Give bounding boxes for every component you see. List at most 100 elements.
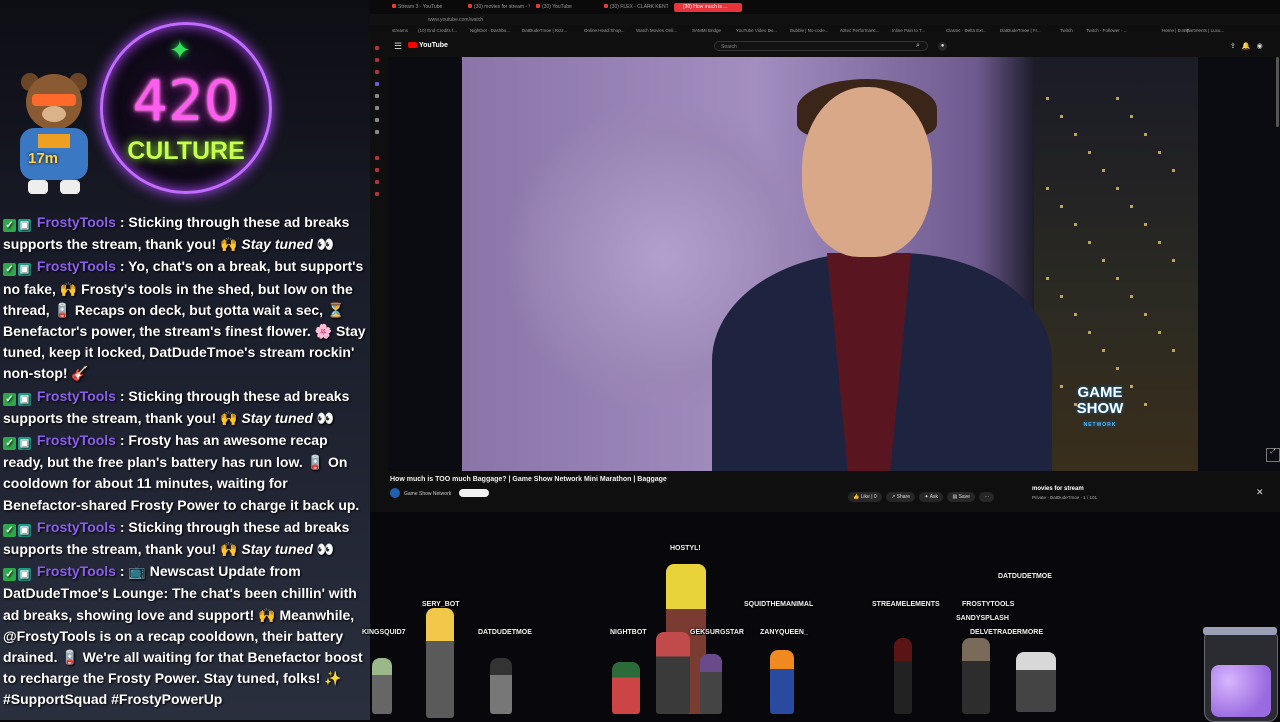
sidebar-app-icon[interactable] xyxy=(375,156,379,160)
pixel-avatar xyxy=(612,662,640,714)
bookmark-item[interactable]: Twitch - Follower - ... xyxy=(1086,28,1128,33)
browser-tab[interactable]: (30) How much is ... xyxy=(674,3,742,12)
sidebar-app-icon[interactable] xyxy=(375,118,379,122)
city-window-light xyxy=(1158,241,1161,244)
microphone-icon[interactable]: ● xyxy=(938,42,947,51)
chat-username[interactable]: FrostyTools xyxy=(37,563,116,579)
playlist-title[interactable]: movies for stream xyxy=(1032,486,1084,492)
bookmark-item[interactable]: Nightbot - Dashbo... xyxy=(470,28,510,33)
bookmark-item[interactable]: Inline Pain to T... xyxy=(892,28,925,33)
chat-tail: 👀 xyxy=(316,409,335,426)
like-button[interactable]: 👍 Like | 0 xyxy=(848,492,882,502)
browser-tab[interactable]: (30) movies for stream - Y... xyxy=(468,3,530,12)
tab-label: (30) FLEX - CLARK KENT... xyxy=(610,4,668,10)
sidebar-app-icon[interactable] xyxy=(375,94,379,98)
search-input[interactable]: Search xyxy=(714,41,928,51)
chat-message: ✓ ▣ FrostyTools : Sticking through these … xyxy=(3,386,369,429)
city-window-light xyxy=(1046,277,1049,280)
host-face xyxy=(802,87,932,257)
ask-button[interactable]: ✦ Ask xyxy=(919,492,944,502)
pixel-avatar xyxy=(770,650,794,714)
video-player[interactable]: GAME SHOW NETWORK xyxy=(462,57,1198,471)
bookmark-item[interactable]: streams xyxy=(392,28,408,33)
channel-avatar[interactable] xyxy=(390,488,400,498)
bookmark-item[interactable]: Watch Movies Onli... xyxy=(636,28,677,33)
neon-420-sign: ✦ 420 CULTURE xyxy=(100,22,272,194)
url-text[interactable]: www.youtube.com/watch xyxy=(428,17,483,23)
address-bar[interactable]: www.youtube.com/watch xyxy=(370,14,1280,25)
chat-badges: ✓ ▣ xyxy=(3,431,33,452)
notifications-icon[interactable]: 🔔 xyxy=(1242,43,1251,50)
tab-label: (30) How much is ... xyxy=(683,4,728,10)
sidebar-app-icon[interactable] xyxy=(375,106,379,110)
channel-name[interactable]: Game Show Network xyxy=(404,491,451,497)
like-label: Like xyxy=(860,494,870,500)
sidebar-app-icon[interactable] xyxy=(375,70,379,74)
bookmark-item[interactable]: DatDudeTmoe | Rizz... xyxy=(522,28,567,33)
sidebar-app-icon[interactable] xyxy=(375,168,379,172)
city-window-light xyxy=(1102,349,1105,352)
avatar-username: GEKSURGSTAR xyxy=(690,629,744,636)
share-button[interactable]: ↗ Share xyxy=(886,492,915,502)
city-window-light xyxy=(1088,331,1091,334)
check-badge-icon: ✓ xyxy=(3,219,16,232)
youtube-favicon-icon xyxy=(536,4,540,8)
bookmark-item[interactable]: Online Head Shop... xyxy=(584,28,625,33)
browser-tab[interactable]: Stream 3 - YouTube xyxy=(392,3,458,12)
bookmark-item[interactable]: Twitch xyxy=(1060,28,1073,33)
bookmark-item[interactable]: DatDudeTmoe | Fr... xyxy=(1000,28,1041,33)
bookmark-item[interactable]: (10) End Credits f... xyxy=(418,28,457,33)
city-window-light xyxy=(1116,277,1119,280)
sidebar-app-icon[interactable] xyxy=(375,130,379,134)
city-window-light xyxy=(1144,223,1147,226)
avatar-username: SANDYSPLASH xyxy=(956,615,1009,622)
sidebar-app-icon[interactable] xyxy=(375,58,379,62)
youtube-favicon-icon xyxy=(468,4,472,8)
bookmark-item[interactable]: YouTube Video Do... xyxy=(736,28,777,33)
chat-text: Yo, chat's on a break, but support's no … xyxy=(3,258,366,382)
video-actions: 👍 Like | 0 ↗ Share ✦ Ask ▤ Save ⋯ xyxy=(848,492,997,502)
bookmark-item[interactable]: Classic - Delta Ext... xyxy=(946,28,987,33)
chat-message: ✓ ▣ FrostyTools : Yo, chat's on a break, … xyxy=(3,256,369,384)
hamburger-menu-icon[interactable]: ☰ xyxy=(394,41,402,52)
sidebar-app-icon[interactable] xyxy=(375,192,379,196)
save-button[interactable]: ▤ Save xyxy=(947,492,975,502)
browser-sidebar xyxy=(370,36,384,206)
bot-badge-icon: ▣ xyxy=(18,523,31,537)
chat-username[interactable]: FrostyTools xyxy=(37,258,116,274)
city-window-light xyxy=(1060,385,1063,388)
city-window-light xyxy=(1074,313,1077,316)
chat-username[interactable]: FrostyTools xyxy=(37,214,116,230)
youtube-logo[interactable]: YouTube xyxy=(408,42,448,49)
avatar[interactable]: ◉ xyxy=(1257,43,1263,50)
tab-label: (30) YouTube xyxy=(542,4,572,10)
more-button[interactable]: ⋯ xyxy=(979,492,995,502)
create-icon[interactable]: ⇪ xyxy=(1230,43,1236,50)
check-badge-icon: ✓ xyxy=(3,392,16,406)
sidebar-app-icon[interactable] xyxy=(375,82,379,86)
avatar-username: ZANYQUEEN_ xyxy=(760,629,808,636)
bookmark-item[interactable]: Bubble | No-code... xyxy=(790,28,828,33)
chat-username[interactable]: FrostyTools xyxy=(37,519,116,535)
check-badge-icon: ✓ xyxy=(3,523,16,537)
browser-tab[interactable]: (30) YouTube xyxy=(536,3,596,12)
fullscreen-icon[interactable]: ⤢ xyxy=(1266,448,1280,462)
chat-username[interactable]: FrostyTools xyxy=(37,432,116,448)
tip-jar-gems xyxy=(1211,665,1271,717)
bot-badge-icon: ▣ xyxy=(18,437,31,451)
bookmark-item[interactable]: SAMMI Bridge xyxy=(692,28,721,33)
sidebar-app-icon[interactable] xyxy=(375,46,379,50)
pixel-avatar xyxy=(894,638,912,714)
sidebar-app-icon[interactable] xyxy=(375,180,379,184)
chat-username[interactable]: FrostyTools xyxy=(37,388,116,404)
ask-label: Ask xyxy=(929,494,939,500)
browser-tab[interactable]: (30) FLEX - CLARK KENT... xyxy=(604,3,668,12)
scrollbar[interactable] xyxy=(1276,57,1279,127)
avatar-username: KINGSQUID7 xyxy=(362,629,406,636)
bookmark-item[interactable]: Aztec Performanc... xyxy=(840,28,880,33)
search-icon[interactable]: ⌕ xyxy=(916,42,920,50)
close-icon[interactable]: ✕ xyxy=(1256,487,1264,498)
subscribe-button[interactable] xyxy=(459,489,490,497)
chat-separator: : xyxy=(115,387,129,404)
bookmark-item[interactable]: Apartments | Luxu... xyxy=(1184,28,1224,33)
